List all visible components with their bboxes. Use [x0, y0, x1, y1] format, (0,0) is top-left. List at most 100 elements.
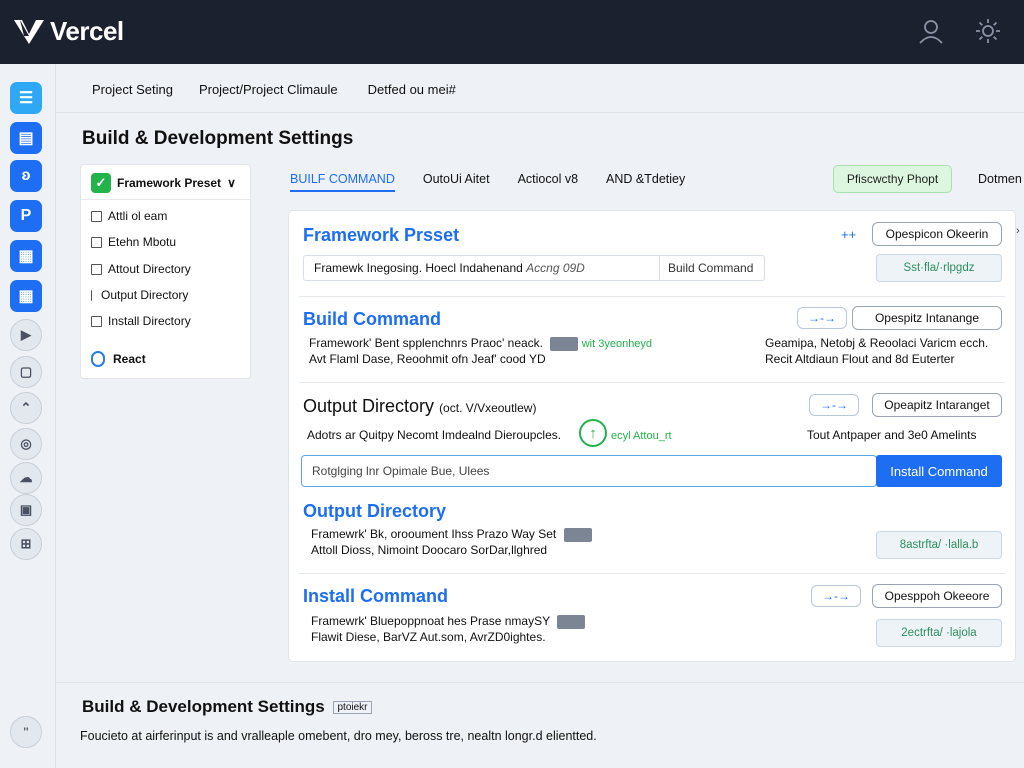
option-item[interactable]: Etehn Mbotu [91, 235, 176, 249]
divider [299, 382, 1005, 383]
cloud-icon[interactable]: ☁ [10, 462, 42, 494]
arrow-button[interactable]: →-→ [797, 307, 847, 329]
footer-title: Build & Development Settings ptoiekr [82, 697, 372, 717]
build-description-line2: Avt Flaml Dase, Reoohmit ofn Jeaf' cood … [309, 352, 546, 366]
option-item[interactable]: Output Directory [91, 288, 188, 302]
framework-preset-label: Framework Preset [117, 176, 222, 190]
input-addon[interactable]: Build Command [660, 256, 761, 280]
desc-text: Adotrs ar Quitpy Necomt Imdealnd Dieroup… [307, 428, 562, 442]
framework-action-button[interactable]: Opespicon Okeerin [872, 222, 1002, 246]
desc-text: Framework' Bent spplenchnrs Praoc' neack… [309, 336, 544, 350]
build-right-line1: Geamipa, Netobj & Reoolaci Varicm ecch. [765, 336, 989, 350]
upload-icon[interactable]: ↑ [579, 419, 607, 447]
checkbox[interactable] [91, 289, 95, 301]
tab-project-climaule[interactable]: Project/Project Climaule [199, 82, 338, 97]
top-bar: Vercel [0, 0, 1024, 64]
chevron-down-icon: ∨ [227, 176, 236, 190]
arrow-button[interactable]: →-→ [811, 585, 861, 607]
list-icon[interactable]: ☰ [10, 82, 42, 114]
react-icon [91, 351, 105, 367]
footer-badge: ptoiekr [333, 701, 372, 715]
option-item[interactable]: Attout Directory [91, 262, 191, 276]
globe-icon[interactable]: ◎ [10, 428, 42, 460]
option-item[interactable]: Install Directory [91, 314, 191, 328]
option-label: Etehn Mbotu [108, 235, 177, 249]
help-button[interactable]: " [10, 716, 42, 748]
divider [299, 296, 1005, 297]
option-item[interactable]: Attli ol eam [91, 209, 167, 223]
framework-input[interactable]: Framewk Inegosing. Hoecl Indahenand Accn… [303, 255, 765, 281]
output-action-button[interactable]: Opeapitz Intaranget [872, 393, 1002, 417]
option-label: Output Directory [101, 288, 189, 302]
vercel-logo[interactable]: Vercel [12, 14, 124, 48]
preview-thumbnail [550, 336, 579, 351]
divider [56, 682, 1024, 683]
section-title-install-command: Install Command [303, 586, 449, 606]
framework-label: React [113, 352, 146, 366]
section-title-output-directory: Output Directory [303, 501, 447, 521]
grid-small-icon[interactable]: ⊞ [10, 528, 42, 560]
output-dir-pale-button[interactable]: 8astrfta/ ·lalla.b [876, 531, 1002, 559]
option-label: Attli ol eam [108, 209, 168, 223]
option-label: Attout Directory [108, 262, 191, 276]
title-text: Output Directory [303, 396, 435, 416]
desc-text: Framewrk' Bluepoppnoat hes Prase nmaySY [311, 614, 550, 628]
app-name: Vercel [50, 15, 124, 46]
install-command-button[interactable]: Install Command [876, 455, 1002, 487]
p-icon[interactable]: Р [10, 200, 42, 232]
preview-button[interactable]: Pfiscwcthy Phopt [833, 165, 952, 193]
install-input[interactable]: Rotglging lnr Opimale Bue, Ulees [301, 455, 877, 487]
divider [81, 199, 250, 200]
output-dir-line1: Framewrk' Bk, orooument Ihss Prazo Way S… [311, 527, 592, 542]
title-suffix: (oct. V/Vxeoutlew) [439, 401, 537, 415]
output-note: ecyl Attou_rt [611, 430, 672, 442]
checkbox[interactable] [91, 210, 102, 222]
box-icon[interactable]: ▢ [10, 356, 42, 388]
square-icon[interactable]: ▣ [10, 494, 42, 526]
tab-and[interactable]: AND &Tdetiey [606, 172, 685, 192]
footer-description: Foucieto at airferinput is and vralleapl… [80, 729, 597, 743]
install-action-button[interactable]: Opesppoh Okeeore [872, 584, 1002, 608]
sidebar: ☰ ▤ ʚ Р ▦ ▦ ▶ ▢ ⌃ ◎ ☁ ▣ ⊞ " [0, 64, 56, 768]
build-action-button[interactable]: Opespitz Intanange [852, 306, 1002, 330]
tab-detfed[interactable]: Detfed ou mei# [368, 82, 456, 97]
file-icon[interactable]: ▤ [10, 122, 42, 154]
install-pale-button[interactable]: 2ectrfta/ ·lajola [876, 619, 1002, 647]
plus-icon[interactable]: ++ [841, 227, 856, 242]
desc-text: Framewrk' Bk, orooument Ihss Prazo Way S… [311, 527, 557, 541]
settings-gear-icon[interactable] [973, 16, 1003, 46]
tab-build-command[interactable]: BUILF COMMAND [290, 172, 395, 192]
settings-tabs: BUILF COMMAND OutoUi Aitet Actiocol v8 A… [290, 172, 685, 192]
section-title-framework: Framework Prsset [303, 225, 460, 245]
output-right-line: Tout Antpaper and 3e0 Amelints [807, 428, 977, 442]
tab-output[interactable]: OutoUi Aitet [423, 172, 490, 192]
nav-tabs: Project Seting Project/Project Climaule … [92, 82, 456, 97]
checkbox[interactable] [91, 263, 102, 275]
chevron-icon[interactable]: ⌃ [10, 392, 42, 424]
settings-card: Framework Prsset ++ Opespicon Okeerin Fr… [288, 210, 1016, 662]
check-icon: ✓ [91, 173, 111, 193]
section-title-build-command: Build Command [303, 309, 441, 329]
user-icon[interactable] [916, 16, 946, 46]
divider [56, 112, 1024, 113]
grid-icon[interactable]: ▦ [10, 240, 42, 272]
vercel-logo-icon [14, 20, 44, 44]
framework-react[interactable]: React [91, 351, 146, 367]
checkbox[interactable] [91, 315, 102, 327]
tab-actiocol[interactable]: Actiocol v8 [518, 172, 578, 192]
footer-title-text: Build & Development Settings [82, 697, 325, 716]
build-description-line1: Framework' Bent spplenchnrs Praoc' neack… [309, 336, 652, 352]
docs-link[interactable]: Dotmen [978, 172, 1022, 186]
arrow-button[interactable]: →-→ [809, 394, 859, 416]
table-icon[interactable]: ▦ [10, 280, 42, 312]
framework-pale-button[interactable]: Sst·fla/·rlpgdz [876, 254, 1002, 282]
page-title: Build & Development Settings [82, 128, 354, 149]
butterfly-icon[interactable]: ʚ [10, 160, 42, 192]
install-line1: Framewrk' Bluepoppnoat hes Prase nmaySY [311, 614, 586, 629]
note-text: wit 3yeonheyd [581, 338, 653, 350]
framework-input-value[interactable]: Framewk Inegosing. Hoecl Indahenand Accn… [304, 256, 660, 280]
play-icon[interactable]: ▶ [10, 319, 42, 351]
checkbox[interactable] [91, 236, 102, 248]
framework-preset-dropdown[interactable]: ✓ Framework Preset ∨ [91, 173, 236, 193]
tab-project-setting[interactable]: Project Seting [92, 82, 173, 97]
